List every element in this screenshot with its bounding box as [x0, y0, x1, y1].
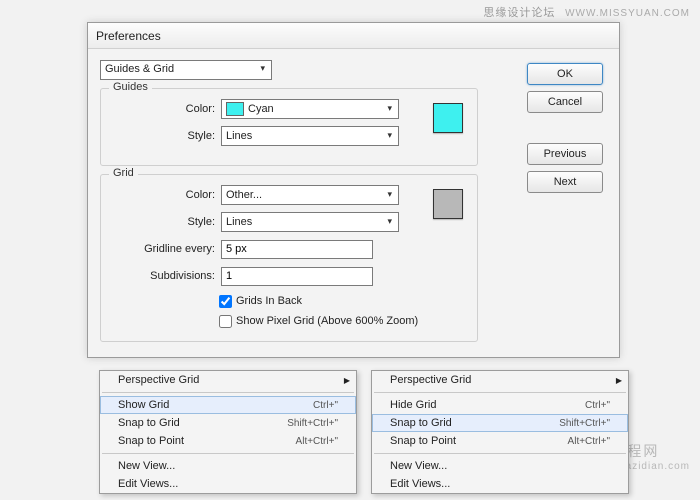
subdivisions-label: Subdivisions: — [111, 270, 221, 282]
menu-shortcut: Shift+Ctrl+" — [287, 418, 338, 429]
menu-item-snap-to-grid[interactable]: Snap to Grid Shift+Ctrl+" — [100, 414, 356, 432]
menu-shortcut: Alt+Ctrl+" — [568, 436, 610, 447]
menu-item-edit-views[interactable]: Edit Views... — [100, 475, 356, 493]
show-pixel-grid-checkbox[interactable] — [219, 315, 232, 328]
menu-shortcut: Shift+Ctrl+" — [559, 418, 610, 429]
menu-item-hide-grid[interactable]: Hide Grid Ctrl+" — [372, 396, 628, 414]
guides-color-label: Color: — [111, 103, 221, 115]
menu-shortcut: Ctrl+" — [585, 400, 610, 411]
grid-groupbox: Grid Color: Other... Style: Lines Gridli… — [100, 174, 478, 342]
guides-color-dropdown[interactable]: Cyan — [221, 99, 399, 119]
menu-separator — [102, 453, 354, 454]
next-button[interactable]: Next — [527, 171, 603, 193]
watermark-top: 思缘设计论坛 WWW.MISSYUAN.COM — [483, 4, 690, 20]
section-dropdown[interactable]: Guides & Grid — [100, 60, 272, 80]
menu-item-show-grid[interactable]: Show Grid Ctrl+" — [100, 396, 356, 414]
grid-style-label: Style: — [111, 216, 221, 228]
grid-color-swatch[interactable] — [433, 189, 463, 219]
grid-style-dropdown[interactable]: Lines — [221, 212, 399, 232]
cancel-button[interactable]: Cancel — [527, 91, 603, 113]
guides-style-label: Style: — [111, 130, 221, 142]
menu-item-snap-to-point[interactable]: Snap to Point Alt+Ctrl+" — [372, 432, 628, 450]
subdivisions-input[interactable] — [221, 267, 373, 286]
grids-in-back-checkbox[interactable] — [219, 295, 232, 308]
menu-item-new-view[interactable]: New View... — [100, 457, 356, 475]
guides-title: Guides — [109, 81, 152, 93]
context-menu-left: Perspective Grid ▶ Show Grid Ctrl+" Snap… — [99, 370, 357, 494]
button-column: OK Cancel Previous Next — [527, 63, 603, 193]
grids-in-back-label: Grids In Back — [236, 295, 302, 307]
guides-groupbox: Guides Color: Cyan Style: Lines — [100, 88, 478, 166]
ok-button[interactable]: OK — [527, 63, 603, 85]
previous-button[interactable]: Previous — [527, 143, 603, 165]
guides-style-dropdown[interactable]: Lines — [221, 126, 399, 146]
guides-color-swatch[interactable] — [433, 103, 463, 133]
menu-item-perspective-grid[interactable]: Perspective Grid ▶ — [372, 371, 628, 389]
menu-item-perspective-grid[interactable]: Perspective Grid ▶ — [100, 371, 356, 389]
show-pixel-grid-label: Show Pixel Grid (Above 600% Zoom) — [236, 315, 418, 327]
menu-item-snap-to-point[interactable]: Snap to Point Alt+Ctrl+" — [100, 432, 356, 450]
menu-item-snap-to-grid[interactable]: Snap to Grid Shift+Ctrl+" — [372, 414, 628, 432]
grid-color-label: Color: — [111, 189, 221, 201]
menu-shortcut: Alt+Ctrl+" — [296, 436, 338, 447]
grid-title: Grid — [109, 167, 138, 179]
preferences-dialog: Preferences Guides & Grid Guides Color: … — [87, 22, 620, 358]
menu-separator — [102, 392, 354, 393]
menu-separator — [374, 392, 626, 393]
context-menu-right: Perspective Grid ▶ Hide Grid Ctrl+" Snap… — [371, 370, 629, 494]
menu-item-edit-views[interactable]: Edit Views... — [372, 475, 628, 493]
submenu-arrow-icon: ▶ — [344, 376, 350, 385]
gridline-every-input[interactable] — [221, 240, 373, 259]
cyan-swatch-icon — [226, 102, 244, 116]
menu-separator — [374, 453, 626, 454]
dialog-title: Preferences — [88, 23, 619, 49]
submenu-arrow-icon: ▶ — [616, 376, 622, 385]
menu-shortcut: Ctrl+" — [313, 400, 338, 411]
menu-item-new-view[interactable]: New View... — [372, 457, 628, 475]
grid-color-dropdown[interactable]: Other... — [221, 185, 399, 205]
gridline-every-label: Gridline every: — [111, 243, 221, 255]
